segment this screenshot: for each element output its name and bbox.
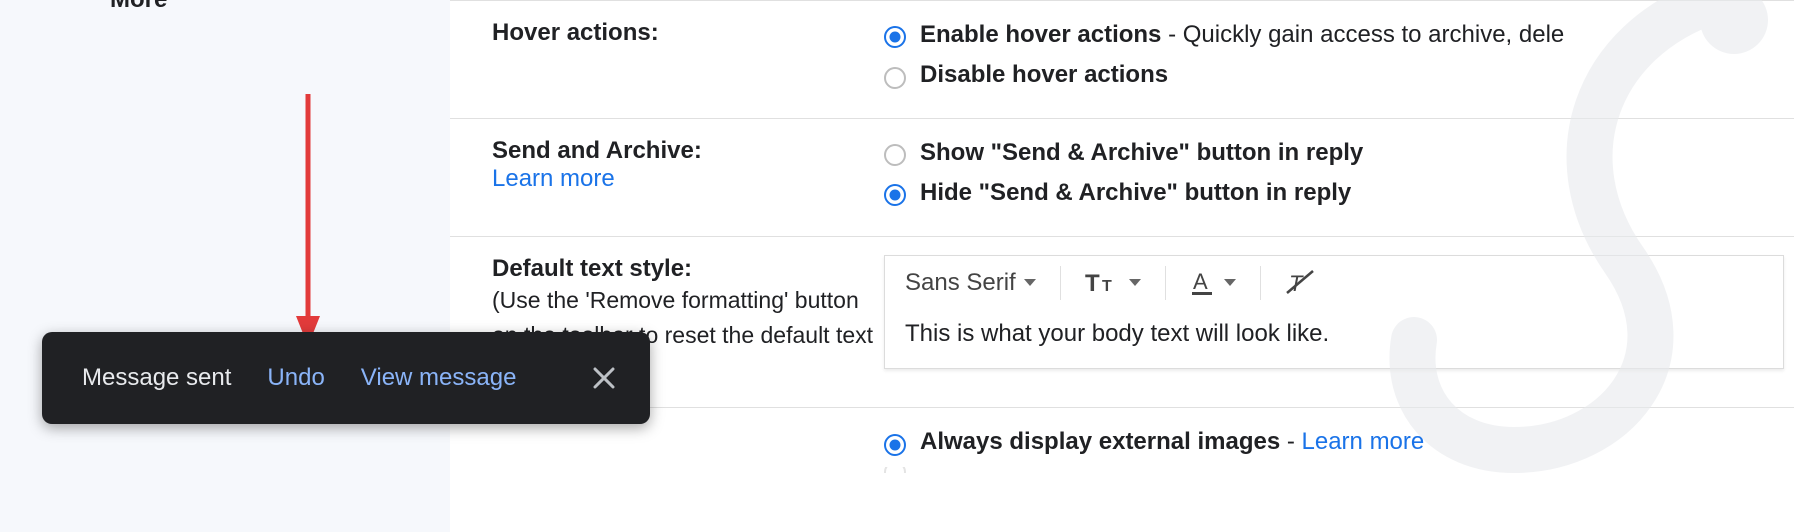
toast-message: Message sent <box>82 364 231 392</box>
text-color-dropdown[interactable]: A <box>1190 269 1236 297</box>
send-archive-learn-more-link[interactable]: Learn more <box>492 165 615 192</box>
section-images: Always display external images - Learn m… <box>450 407 1794 498</box>
hide-send-archive-label: Hide "Send & Archive" button in reply <box>920 177 1351 209</box>
images-learn-more-link[interactable]: Learn more <box>1302 428 1425 455</box>
section-send-archive: Send and Archive: Learn more Show "Send … <box>450 118 1794 236</box>
chevron-down-icon <box>1129 279 1141 286</box>
hover-actions-title: Hover actions: <box>492 19 659 46</box>
section-hover-actions: Hover actions: Enable hover actions - Qu… <box>450 0 1794 118</box>
radio-show-send-archive[interactable] <box>884 144 906 166</box>
sidebar-more[interactable]: More <box>110 0 167 14</box>
font-size-icon: T T <box>1085 269 1121 297</box>
radio-ask-before-images[interactable] <box>884 467 906 473</box>
enable-hover-label: Enable hover actions <box>920 21 1161 48</box>
remove-formatting-button[interactable]: T <box>1285 269 1315 297</box>
radio-always-display-images[interactable] <box>884 434 906 456</box>
svg-text:T: T <box>1102 278 1112 295</box>
font-size-dropdown[interactable]: T T <box>1085 269 1141 297</box>
close-icon <box>592 366 616 390</box>
text-style-toolbar: Sans Serif T T <box>885 256 1783 308</box>
chevron-down-icon <box>1024 279 1036 286</box>
text-style-editor: Sans Serif T T <box>884 255 1784 369</box>
toolbar-separator <box>1165 266 1166 300</box>
text-style-title: Default text style: <box>492 255 884 283</box>
sidebar: More <box>0 0 450 532</box>
radio-disable-hover[interactable] <box>884 67 906 89</box>
radio-enable-hover[interactable] <box>884 26 906 48</box>
show-send-archive-label: Show "Send & Archive" button in reply <box>920 137 1363 169</box>
send-archive-title: Send and Archive: <box>492 137 884 165</box>
svg-text:A: A <box>1193 269 1208 294</box>
always-display-images-sep: - <box>1280 428 1301 455</box>
always-display-images-label: Always display external images <box>920 428 1280 455</box>
disable-hover-label: Disable hover actions <box>920 59 1168 91</box>
text-color-icon: A <box>1190 269 1216 297</box>
font-family-dropdown[interactable]: Sans Serif <box>905 269 1036 297</box>
chevron-down-icon <box>1224 279 1236 286</box>
section-default-text-style: Default text style: (Use the 'Remove for… <box>450 236 1794 408</box>
remove-formatting-icon: T <box>1285 269 1315 297</box>
text-style-preview: This is what your body text will look li… <box>885 308 1783 368</box>
view-message-button[interactable]: View message <box>361 364 517 392</box>
toast-close-button[interactable] <box>576 350 632 406</box>
radio-hide-send-archive[interactable] <box>884 184 906 206</box>
toolbar-separator <box>1260 266 1261 300</box>
toolbar-separator <box>1060 266 1061 300</box>
undo-button[interactable]: Undo <box>267 364 324 392</box>
message-sent-toast: Message sent Undo View message <box>42 332 650 424</box>
settings-panel: Hover actions: Enable hover actions - Qu… <box>450 0 1794 532</box>
enable-hover-desc: - Quickly gain access to archive, dele <box>1161 21 1564 48</box>
svg-text:T: T <box>1085 270 1100 297</box>
font-family-name: Sans Serif <box>905 269 1016 297</box>
